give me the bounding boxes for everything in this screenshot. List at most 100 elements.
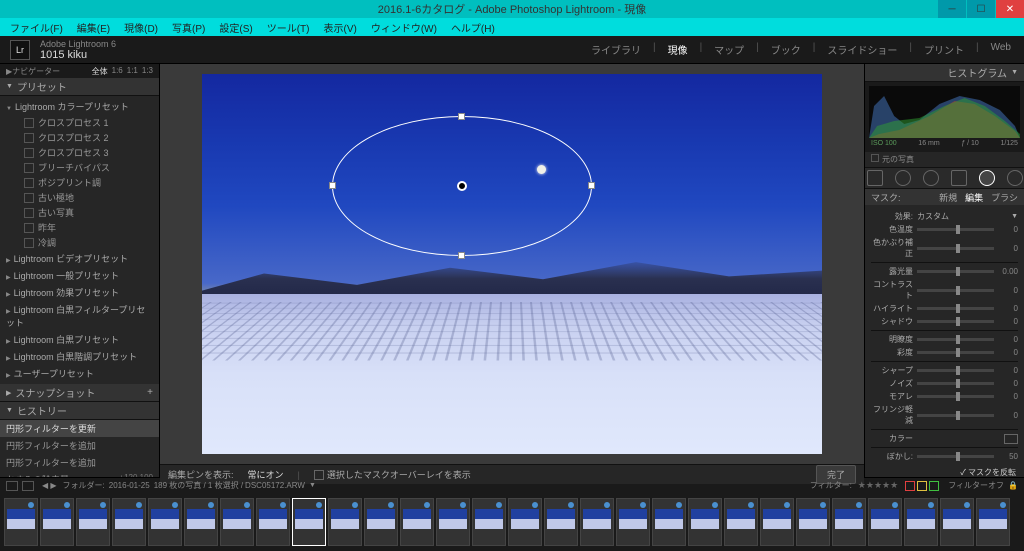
mask-overlay-checkbox[interactable]: 選択したマスクオーバーレイを表示 <box>314 468 471 481</box>
brush-tool-icon[interactable] <box>1007 170 1023 186</box>
menu-item[interactable]: ウィンドウ(W) <box>365 20 443 35</box>
filmstrip-thumb[interactable] <box>868 498 902 546</box>
filmstrip-thumb[interactable] <box>4 498 38 546</box>
slider[interactable] <box>917 414 994 417</box>
redeye-tool-icon[interactable] <box>923 170 939 186</box>
show-pins-value[interactable]: 常にオン <box>248 468 284 481</box>
zoom-level[interactable]: 1:6 <box>112 66 123 77</box>
snapshot-header[interactable]: ▶スナップショット+ <box>0 384 159 402</box>
view-mode-2-icon[interactable] <box>22 481 34 491</box>
filmstrip-thumb[interactable] <box>292 498 326 546</box>
invert-mask-checkbox[interactable]: マスクを反転 <box>968 468 1016 477</box>
slider[interactable] <box>917 382 994 385</box>
zoom-level[interactable]: 全体 <box>92 66 108 77</box>
module-tab[interactable]: ライブラリ <box>588 42 644 57</box>
radial-center-pin[interactable] <box>457 181 467 191</box>
filmstrip-thumb[interactable] <box>256 498 290 546</box>
radial-handle-left[interactable] <box>329 182 336 189</box>
preset-category[interactable]: ▶Lightroom 白黒階調プリセット <box>0 348 159 365</box>
minimize-button[interactable]: ─ <box>938 0 966 18</box>
preset-item[interactable]: ブリーチバイパス <box>0 160 159 175</box>
original-photo-checkbox[interactable]: 元の写真 <box>882 155 914 164</box>
filmstrip-thumb[interactable] <box>400 498 434 546</box>
radial-handle-bottom[interactable] <box>458 252 465 259</box>
filmstrip-thumb[interactable] <box>40 498 74 546</box>
color-swatch[interactable] <box>1004 434 1018 444</box>
history-item[interactable]: 円形フィルターを追加 <box>0 454 159 471</box>
menu-item[interactable]: 現像(D) <box>118 20 164 35</box>
filmstrip-thumb[interactable] <box>580 498 614 546</box>
lock-icon[interactable]: 🔒 <box>1008 481 1018 490</box>
filmstrip-thumb[interactable] <box>940 498 974 546</box>
filmstrip-thumb[interactable] <box>184 498 218 546</box>
radial-filter-icon[interactable] <box>979 170 995 186</box>
photo-canvas[interactable] <box>202 74 822 454</box>
slider[interactable] <box>917 247 994 250</box>
filmstrip-thumb[interactable] <box>652 498 686 546</box>
menu-item[interactable]: 編集(E) <box>71 20 116 35</box>
spot-tool-icon[interactable] <box>895 170 911 186</box>
filmstrip-thumb[interactable] <box>544 498 578 546</box>
histogram-plot[interactable] <box>869 86 1020 138</box>
preset-category[interactable]: ▶Lightroom 白黒プリセット <box>0 331 159 348</box>
filmstrip-thumb[interactable] <box>616 498 650 546</box>
module-tab[interactable]: プリント <box>921 42 967 57</box>
preset-item[interactable]: クロスプロセス 3 <box>0 145 159 160</box>
histogram-header[interactable]: ヒストグラム▼ <box>865 64 1024 82</box>
filmstrip-thumb[interactable] <box>904 498 938 546</box>
menu-item[interactable]: ファイル(F) <box>4 20 69 35</box>
preset-item[interactable]: ポジプリント調 <box>0 175 159 190</box>
graduated-filter-icon[interactable] <box>951 170 967 186</box>
filmstrip-thumb[interactable] <box>508 498 542 546</box>
menu-item[interactable]: 写真(P) <box>166 20 211 35</box>
filmstrip-thumb[interactable] <box>328 498 362 546</box>
filter-flag-red[interactable] <box>905 481 915 491</box>
menu-item[interactable]: 設定(S) <box>213 20 258 35</box>
preset-category[interactable]: ▶Lightroom ビデオプリセット <box>0 250 159 267</box>
slider[interactable] <box>917 289 994 292</box>
zoom-level[interactable]: 1:3 <box>142 66 153 77</box>
filter-flag-green[interactable] <box>929 481 939 491</box>
filmstrip-thumb[interactable] <box>472 498 506 546</box>
mask-new[interactable]: 新規 <box>939 191 957 204</box>
slider[interactable] <box>917 320 994 323</box>
filmstrip-thumb[interactable] <box>220 498 254 546</box>
filmstrip-thumb[interactable] <box>436 498 470 546</box>
navigator-header[interactable]: ▶ ナビゲーター 全体1:61:11:3 <box>0 64 159 78</box>
history-header[interactable]: ▼ヒストリー <box>0 402 159 420</box>
preset-item[interactable]: クロスプロセス 2 <box>0 130 159 145</box>
effect-dropdown[interactable]: カスタム <box>917 211 1011 222</box>
filmstrip-thumb[interactable] <box>688 498 722 546</box>
radial-handle-top[interactable] <box>458 113 465 120</box>
preset-item[interactable]: 古い写真 <box>0 205 159 220</box>
preset-item[interactable]: 冷調 <box>0 235 159 250</box>
preset-category[interactable]: ▼Lightroom カラープリセット <box>0 98 159 115</box>
slider[interactable] <box>917 270 994 273</box>
zoom-level[interactable]: 1:1 <box>127 66 138 77</box>
radial-filter-overlay[interactable] <box>332 116 592 256</box>
preset-item[interactable]: 昨年 <box>0 220 159 235</box>
filmstrip[interactable] <box>0 493 1024 551</box>
slider[interactable] <box>917 395 994 398</box>
preset-category[interactable]: ▶Lightroom 白黒フィルタープリセット <box>0 301 159 331</box>
slider[interactable] <box>917 338 994 341</box>
filmstrip-thumb[interactable] <box>976 498 1010 546</box>
mask-brush[interactable]: ブラシ <box>991 191 1018 204</box>
filter-star[interactable]: ★ <box>858 480 866 490</box>
module-tab[interactable]: スライドショー <box>824 42 900 57</box>
filmstrip-thumb[interactable] <box>148 498 182 546</box>
mask-edit[interactable]: 編集 <box>965 191 983 204</box>
filter-flag-yellow[interactable] <box>917 481 927 491</box>
filmstrip-thumb[interactable] <box>112 498 146 546</box>
filmstrip-thumb[interactable] <box>76 498 110 546</box>
slider[interactable] <box>917 307 994 310</box>
close-button[interactable]: ✕ <box>996 0 1024 18</box>
presets-header[interactable]: ▼プリセット <box>0 78 159 96</box>
filmstrip-thumb[interactable] <box>724 498 758 546</box>
feather-slider[interactable] <box>917 455 994 458</box>
filmstrip-thumb[interactable] <box>364 498 398 546</box>
preset-category[interactable]: ▶Lightroom 一般プリセット <box>0 267 159 284</box>
history-item[interactable]: 円形フィルターを追加 <box>0 437 159 454</box>
module-tab[interactable]: マップ <box>711 42 747 57</box>
module-tab[interactable]: ブック <box>768 42 804 57</box>
